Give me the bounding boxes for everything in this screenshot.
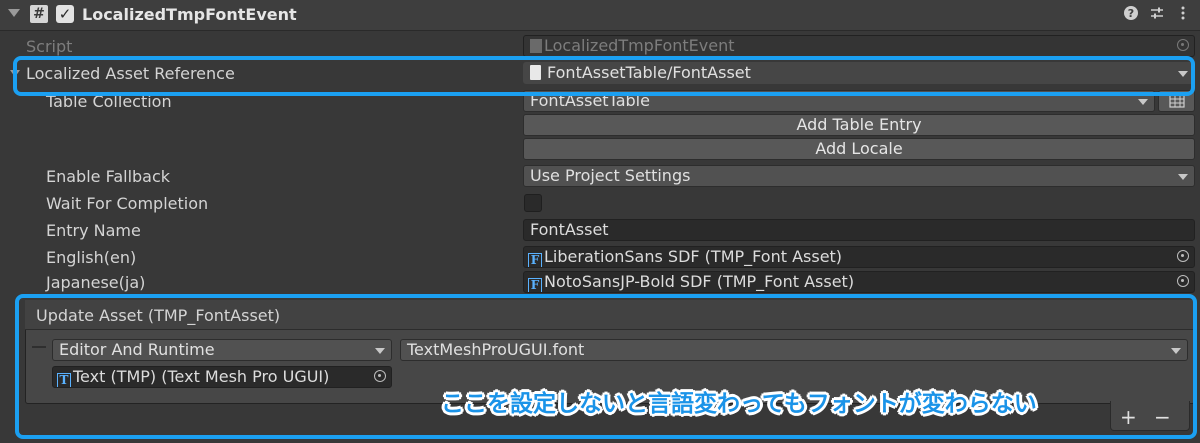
japanese-font-field[interactable]: F NotoSansJP-Bold SDF (TMP_Font Asset): [523, 271, 1195, 293]
entry-name-label: Entry Name: [46, 221, 141, 240]
script-value: LocalizedTmpFontEvent: [544, 36, 735, 55]
english-font-value: LiberationSans SDF (TMP_Font Asset): [544, 247, 843, 266]
script-file-icon: [530, 39, 542, 53]
table-grid-icon: [1168, 94, 1185, 108]
annotation-callout: ここを設定しないと言語変わってもフォントが変わらない: [441, 391, 1037, 417]
enable-fallback-label: Enable Fallback: [46, 167, 171, 186]
entry-name-input[interactable]: FontAsset: [523, 219, 1195, 241]
component-title: LocalizedTmpFontEvent: [82, 5, 297, 24]
highlight-box-asset-reference: [13, 56, 1195, 96]
japanese-font-value: NotoSansJP-Bold SDF (TMP_Font Asset): [544, 272, 855, 291]
chevron-down-icon: [1138, 99, 1148, 105]
script-label: Script: [26, 37, 73, 56]
object-picker-icon[interactable]: [1177, 275, 1189, 287]
kebab-menu-icon[interactable]: [1174, 5, 1192, 23]
foldout-arrow-icon[interactable]: [8, 9, 20, 17]
japanese-label: Japanese(ja): [46, 273, 146, 292]
font-asset-icon: F: [528, 253, 542, 267]
enable-fallback-value: Use Project Settings: [530, 166, 691, 185]
csharp-script-icon: #: [30, 5, 48, 23]
add-locale-button[interactable]: Add Locale: [523, 138, 1195, 160]
component-enabled-checkbox[interactable]: ✓: [56, 5, 74, 23]
help-icon[interactable]: ?: [1122, 5, 1140, 23]
chevron-down-icon: [1178, 174, 1188, 180]
sliders-icon[interactable]: [1148, 5, 1166, 23]
svg-text:?: ?: [1128, 7, 1134, 20]
font-asset-icon: F: [528, 278, 542, 292]
object-picker-icon: [1177, 39, 1189, 51]
english-font-field[interactable]: F LiberationSans SDF (TMP_Font Asset): [523, 246, 1195, 268]
object-picker-icon[interactable]: [1177, 250, 1189, 262]
enable-fallback-dropdown[interactable]: Use Project Settings: [523, 165, 1195, 187]
wait-for-completion-label: Wait For Completion: [46, 194, 209, 213]
script-field: LocalizedTmpFontEvent: [523, 35, 1195, 57]
english-label: English(en): [46, 248, 137, 267]
add-table-entry-button[interactable]: Add Table Entry: [523, 114, 1195, 136]
wait-for-completion-checkbox[interactable]: [524, 194, 542, 212]
